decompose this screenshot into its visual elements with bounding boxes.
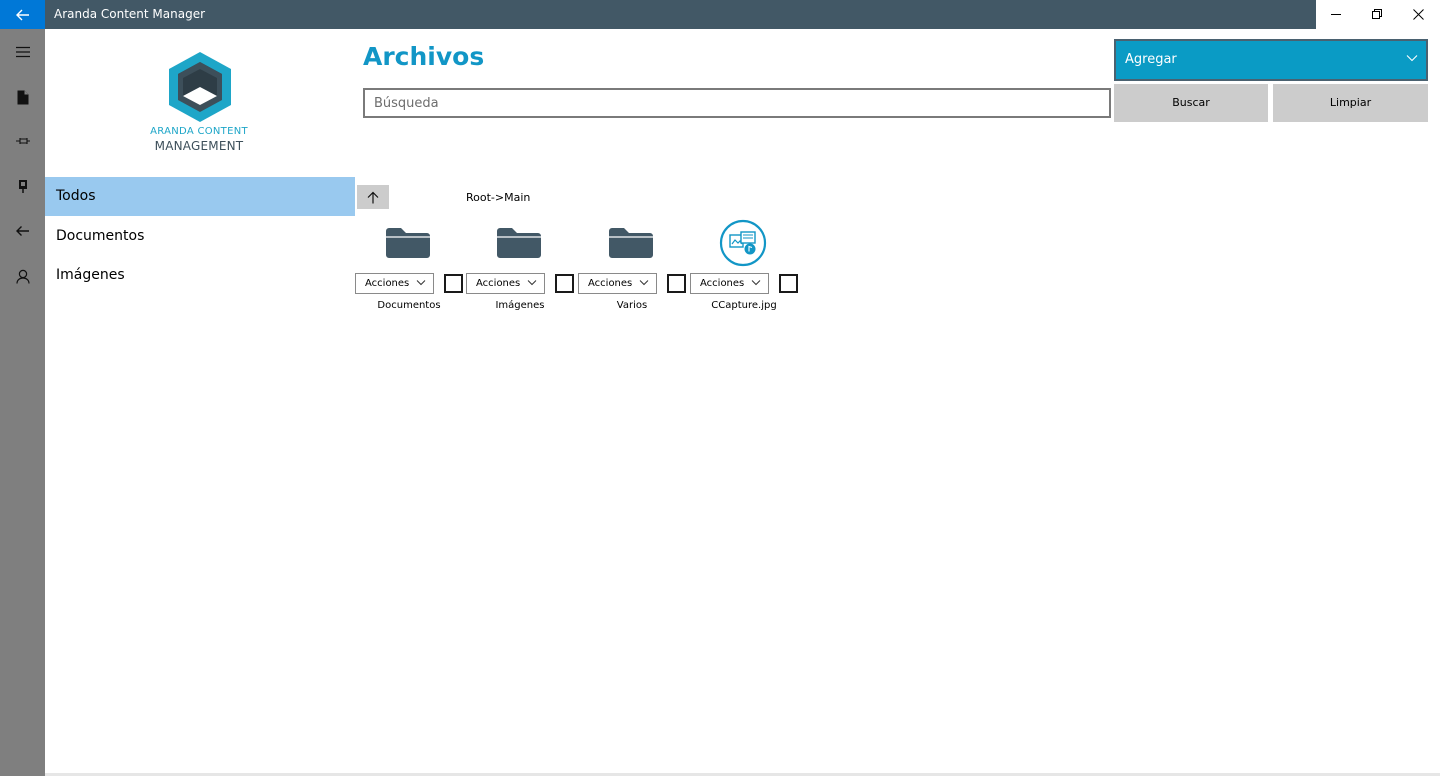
- window-title: Aranda Content Manager: [45, 0, 1316, 29]
- select-checkbox[interactable]: [555, 274, 574, 293]
- file-item: Acciones Documentos: [355, 214, 465, 324]
- breadcrumb: Root->Main: [466, 191, 531, 204]
- actions-dropdown-label: Acciones: [365, 278, 410, 289]
- folder-icon-wrap[interactable]: [494, 218, 544, 268]
- item-name: CCapture.jpg: [711, 300, 777, 311]
- close-button[interactable]: [1398, 0, 1439, 29]
- folder-icon-wrap[interactable]: [383, 218, 433, 268]
- files-button[interactable]: [0, 75, 45, 119]
- go-back-button[interactable]: [0, 209, 45, 253]
- file-item: Acciones Varios: [578, 214, 688, 324]
- folder-icon: [497, 228, 541, 258]
- storage-button[interactable]: [0, 164, 45, 208]
- hamburger-menu-icon: [15, 46, 30, 58]
- select-checkbox[interactable]: [779, 274, 798, 293]
- media-file-icon: [719, 219, 767, 267]
- title-bar: Aranda Content Manager: [0, 0, 1440, 29]
- folder-icon: [386, 228, 430, 258]
- file-item: Acciones Imágenes: [466, 214, 576, 324]
- select-checkbox[interactable]: [667, 274, 686, 293]
- document-icon: [17, 90, 28, 104]
- actions-dropdown[interactable]: Acciones: [578, 273, 657, 294]
- back-arrow-icon: [15, 9, 29, 20]
- pin-icon: [15, 138, 30, 144]
- user-icon: [15, 269, 30, 284]
- page-title: Archivos: [363, 42, 485, 71]
- select-checkbox[interactable]: [444, 274, 463, 293]
- restore-icon: [1372, 9, 1382, 19]
- back-button[interactable]: [0, 0, 45, 29]
- up-folder-button[interactable]: [357, 185, 389, 209]
- clear-button[interactable]: Limpiar: [1273, 84, 1428, 122]
- back-arrow-icon: [16, 226, 29, 236]
- menu-button[interactable]: [0, 30, 45, 74]
- chevron-down-icon: [527, 280, 537, 286]
- search-input[interactable]: [363, 88, 1111, 118]
- logo-text-top: ARANDA CONTENT: [150, 126, 248, 137]
- folder-icon-wrap[interactable]: [606, 218, 656, 268]
- navigation-rail: [0, 29, 45, 776]
- minimize-icon: [1331, 14, 1341, 15]
- account-button[interactable]: [0, 254, 45, 298]
- item-name: Imágenes: [495, 300, 545, 311]
- usb-drive-icon: [18, 179, 27, 193]
- chevron-down-icon: [751, 280, 761, 286]
- chevron-down-icon: [416, 280, 426, 286]
- close-icon: [1413, 9, 1424, 20]
- item-name: Documentos: [377, 300, 441, 311]
- folder-icon: [609, 228, 653, 258]
- actions-dropdown-label: Acciones: [700, 278, 745, 289]
- nav-item-imagenes[interactable]: Imágenes: [45, 256, 355, 295]
- add-dropdown-value: Agregar: [1125, 52, 1177, 67]
- nav-item-todos[interactable]: Todos: [45, 177, 355, 216]
- chevron-down-icon: [639, 280, 649, 286]
- arrow-up-icon: [367, 191, 379, 203]
- actions-dropdown[interactable]: Acciones: [355, 273, 434, 294]
- add-dropdown[interactable]: Agregar: [1114, 39, 1428, 81]
- chevron-down-icon: [1406, 55, 1418, 62]
- nav-item-documentos[interactable]: Documentos: [45, 217, 355, 256]
- logo-text-bottom: MANAGEMENT: [154, 139, 244, 153]
- pinned-button[interactable]: [0, 119, 45, 163]
- minimize-button[interactable]: [1316, 0, 1357, 29]
- media-file-icon-wrap[interactable]: [718, 218, 768, 268]
- item-name: Varios: [616, 300, 648, 311]
- cube-logo-icon: [169, 52, 231, 122]
- actions-dropdown-label: Acciones: [476, 278, 521, 289]
- search-button[interactable]: Buscar: [1114, 84, 1268, 122]
- actions-dropdown[interactable]: Acciones: [690, 273, 769, 294]
- actions-dropdown-label: Acciones: [588, 278, 633, 289]
- actions-dropdown[interactable]: Acciones: [466, 273, 545, 294]
- restore-button[interactable]: [1357, 0, 1398, 29]
- file-item: Acciones CCapture.jpg: [690, 214, 800, 324]
